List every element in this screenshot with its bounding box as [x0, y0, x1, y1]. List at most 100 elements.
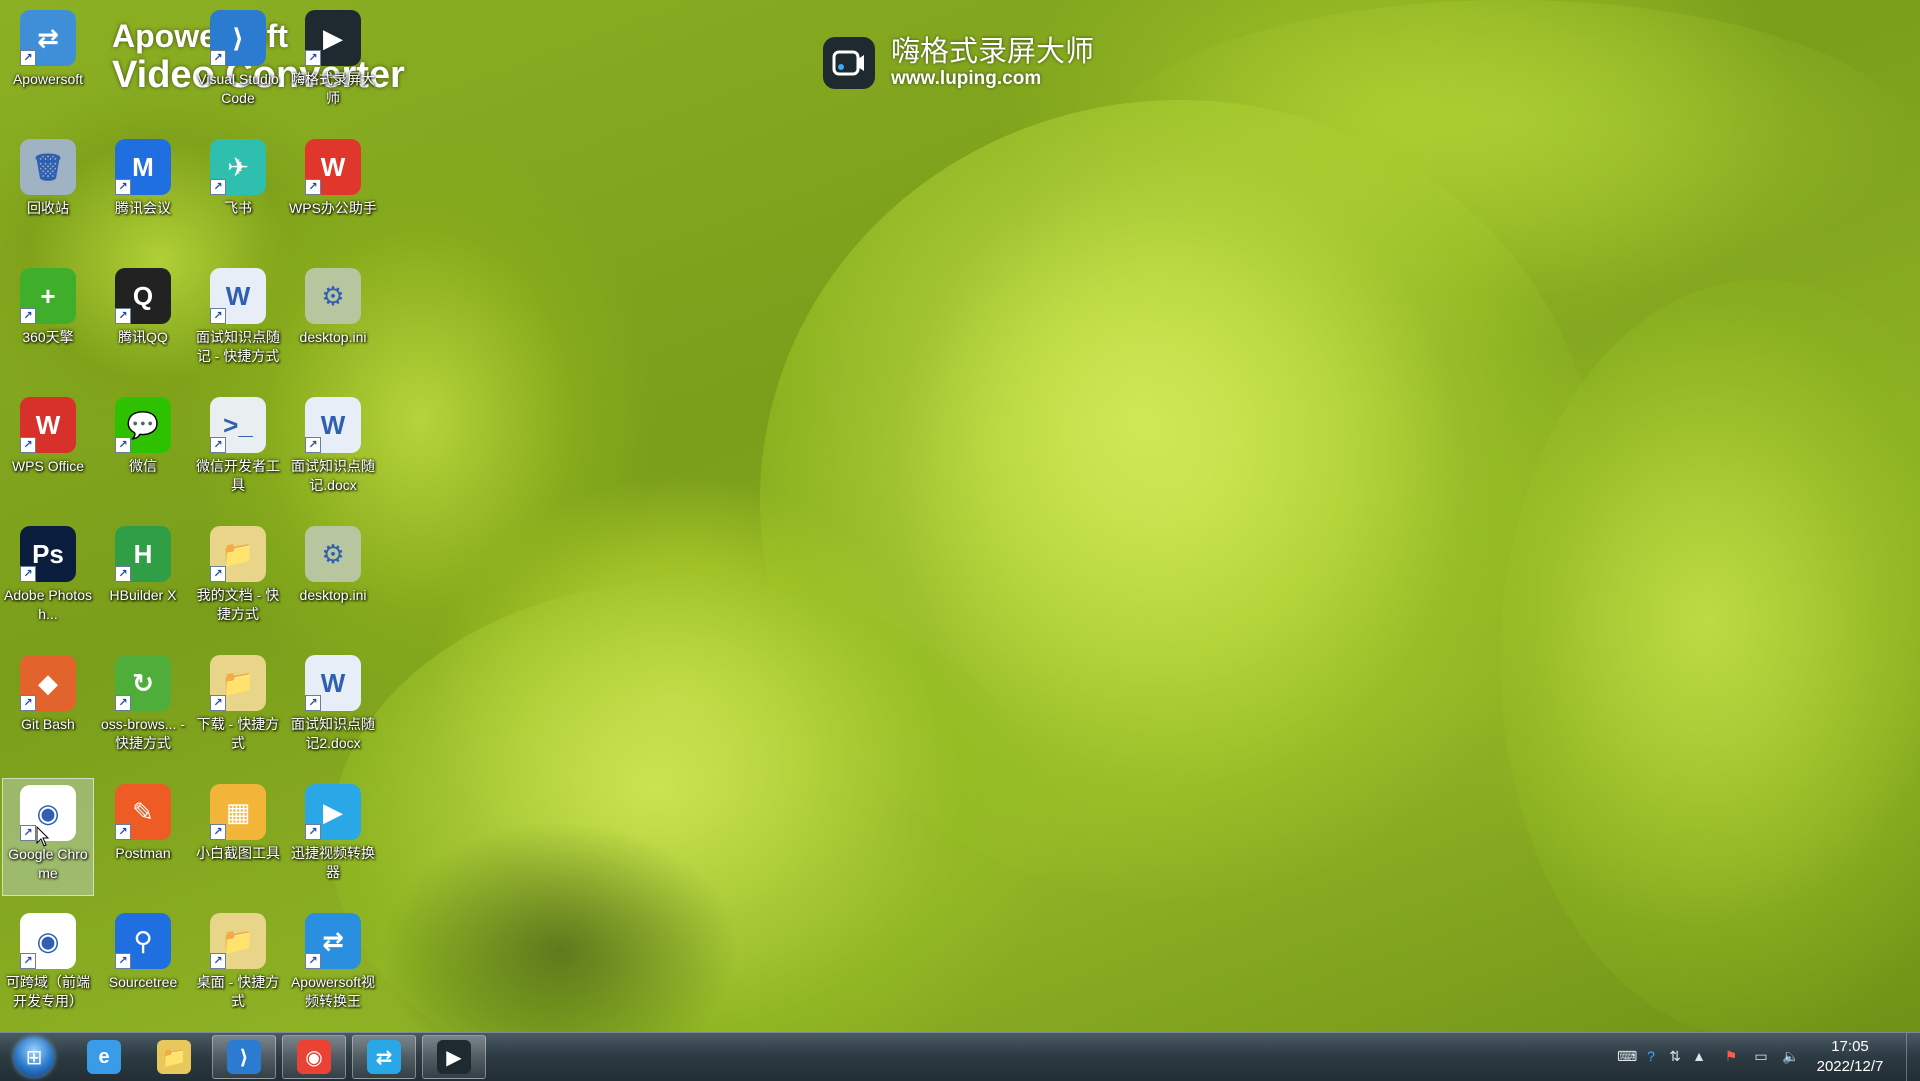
volume-icon[interactable]: 🔈 — [1782, 1047, 1800, 1065]
desktop-icon-label: HBuilder X — [109, 587, 177, 603]
desktop-icon-chrome-cors[interactable]: ◉ ↗ 可跨域（前端开发专用） — [2, 907, 94, 1025]
wallpaper-leaf — [1100, 0, 1920, 300]
desktop-icon-label: Adobe Photosh... — [4, 587, 92, 622]
desktop-icon-documents-folder[interactable]: 📁 ↗ 我的文档 - 快捷方式 — [192, 520, 284, 638]
desktop-folder-icon: 📁 ↗ — [210, 913, 266, 969]
desktop-icon-hbuilder[interactable]: H ↗ HBuilder X — [97, 520, 189, 638]
desktop-icon-label: 嗨格式录屏大师 — [291, 71, 375, 106]
shortcut-arrow-icon: ↗ — [115, 953, 131, 969]
network-adapter-icon[interactable]: ⇅ — [1666, 1047, 1684, 1065]
shortcut-arrow-icon: ↗ — [20, 953, 36, 969]
vscode-taskbar-icon: ⟩ — [227, 1040, 261, 1074]
desktop-icon-git-bash[interactable]: ◆ ↗ Git Bash — [2, 649, 94, 767]
desktop-icon-ini-file[interactable]: ⚙ desktop.ini — [287, 262, 379, 380]
shortcut-arrow-icon: ↗ — [305, 824, 321, 840]
network-icon[interactable]: ▭ — [1752, 1047, 1770, 1065]
tencent-meeting-icon: M ↗ — [115, 139, 171, 195]
downloads-folder-icon: 📁 ↗ — [210, 655, 266, 711]
action-center-flag-icon[interactable]: ⚑ — [1722, 1047, 1740, 1065]
desktop-icon-ini-file[interactable]: ⚙ desktop.ini — [287, 520, 379, 638]
desktop-icon-downloads-folder[interactable]: 📁 ↗ 下载 - 快捷方式 — [192, 649, 284, 767]
shortcut-arrow-icon: ↗ — [20, 566, 36, 582]
desktop-icon-qq[interactable]: Q ↗ 腾讯QQ — [97, 262, 189, 380]
video-converter-icon: ▶ ↗ — [305, 784, 361, 840]
desktop-icon-desktop-folder[interactable]: 📁 ↗ 桌面 - 快捷方式 — [192, 907, 284, 1025]
watermark-title: 嗨格式录屏大师 — [891, 36, 1095, 68]
shortcut-arrow-icon: ↗ — [210, 50, 226, 66]
mouse-cursor-icon — [36, 825, 50, 853]
desktop-icon-label: 微信 — [129, 458, 157, 474]
wechat-icon: 💬 ↗ — [115, 397, 171, 453]
desktop-icon-oss-browser[interactable]: ↻ ↗ oss-brows... - 快捷方式 — [97, 649, 189, 767]
start-button[interactable]: ⊞ — [6, 1035, 62, 1079]
desktop-icon-wechat-devtools[interactable]: >_ ↗ 微信开发者工具 — [192, 391, 284, 509]
wallpaper-leaf — [1500, 280, 1920, 1032]
shortcut-arrow-icon: ↗ — [305, 179, 321, 195]
desktop-icon-360-tianqing[interactable]: + ↗ 360天擎 — [2, 262, 94, 380]
desktop-icon-vscode[interactable]: ⟩ ↗ Visual Studio Code — [192, 4, 284, 122]
sourcetree-icon: ⚲ ↗ — [115, 913, 171, 969]
taskbar-screen-recorder-taskbar-button[interactable]: ▶ — [422, 1035, 486, 1079]
apowersoft-taskbar-icon: ⇄ — [367, 1040, 401, 1074]
desktop-icon-label: 我的文档 - 快捷方式 — [196, 587, 280, 622]
wechat-devtools-icon: >_ ↗ — [210, 397, 266, 453]
word-doc-2-icon: W ↗ — [305, 655, 361, 711]
desktop-icon-label: 迅捷视频转换器 — [291, 845, 375, 880]
recycle-bin-icon: 🗑 — [20, 139, 76, 195]
taskbar-file-explorer-button[interactable]: 📁 — [142, 1035, 206, 1079]
desktop-icon-label: 飞书 — [224, 200, 252, 216]
desktop-icon-word-doc-shortcut[interactable]: W ↗ 面试知识点随记 - 快捷方式 — [192, 262, 284, 380]
show-hidden-icons-icon[interactable]: ▲ — [1690, 1047, 1708, 1065]
feishu-icon: ✈ ↗ — [210, 139, 266, 195]
shortcut-arrow-icon: ↗ — [20, 50, 36, 66]
shortcut-arrow-icon: ↗ — [20, 695, 36, 711]
wps-office-icon: W ↗ — [20, 397, 76, 453]
chrome-cors-icon: ◉ ↗ — [20, 913, 76, 969]
desktop-icon-word-doc[interactable]: W ↗ 面试知识点随记.docx — [287, 391, 379, 509]
desktop-icon-word-doc-2[interactable]: W ↗ 面试知识点随记2.docx — [287, 649, 379, 767]
desktop-icon-screen-recorder[interactable]: ▶ ↗ 嗨格式录屏大师 — [287, 4, 379, 122]
desktop-icon-label: 可跨域（前端开发专用） — [6, 974, 90, 1009]
desktop-icon-label: 面试知识点随记.docx — [291, 458, 375, 493]
desktop-icon-label: 桌面 - 快捷方式 — [196, 974, 280, 1009]
shortcut-arrow-icon: ↗ — [115, 437, 131, 453]
shortcut-arrow-icon: ↗ — [20, 308, 36, 324]
taskbar-apowersoft-taskbar-button[interactable]: ⇄ — [352, 1035, 416, 1079]
show-desktop-button[interactable] — [1906, 1033, 1920, 1081]
clock-date: 2022/12/7 — [1816, 1058, 1884, 1075]
documents-folder-icon: 📁 ↗ — [210, 526, 266, 582]
taskbar-chrome-taskbar-button[interactable]: ◉ — [282, 1035, 346, 1079]
vscode-icon: ⟩ ↗ — [210, 10, 266, 66]
shortcut-arrow-icon: ↗ — [20, 825, 36, 841]
qq-icon: Q ↗ — [115, 268, 171, 324]
desktop-icon-apowersoft[interactable]: ⇄ ↗ Apowersoft — [2, 4, 94, 122]
ini-file-icon: ⚙ — [305, 268, 361, 324]
keyboard-icon[interactable]: ⌨ — [1617, 1047, 1637, 1065]
desktop-icon-wps-assistant[interactable]: W ↗ WPS办公助手 — [287, 133, 379, 251]
desktop-icon-feishu[interactable]: ✈ ↗ 飞书 — [192, 133, 284, 251]
system-clock[interactable]: 17:05 2022/12/7 — [1800, 1037, 1900, 1077]
screen-recorder-taskbar-icon: ▶ — [437, 1040, 471, 1074]
desktop-icon-wps-office[interactable]: W ↗ WPS Office — [2, 391, 94, 509]
desktop-icon-recycle-bin[interactable]: 🗑 回收站 — [2, 133, 94, 251]
desktop-icon-sourcetree[interactable]: ⚲ ↗ Sourcetree — [97, 907, 189, 1025]
desktop-icon-photoshop[interactable]: Ps ↗ Adobe Photosh... — [2, 520, 94, 638]
desktop-icon-tencent-meeting[interactable]: M ↗ 腾讯会议 — [97, 133, 189, 251]
desktop-icon-postman[interactable]: ✎ ↗ Postman — [97, 778, 189, 896]
shortcut-arrow-icon: ↗ — [210, 566, 226, 582]
desktop-icon-label: WPS办公助手 — [289, 200, 377, 216]
desktop-icon-video-converter[interactable]: ▶ ↗ 迅捷视频转换器 — [287, 778, 379, 896]
shortcut-arrow-icon: ↗ — [115, 179, 131, 195]
desktop-icon-wechat[interactable]: 💬 ↗ 微信 — [97, 391, 189, 509]
desktop-icon-label: 小白截图工具 — [196, 845, 280, 861]
taskbar-vscode-taskbar-button[interactable]: ⟩ — [212, 1035, 276, 1079]
desktop-icon-apowersoft-converter[interactable]: ⇄ ↗ Apowersoft视频转换王 — [287, 907, 379, 1025]
desktop-background[interactable]: Apowersoft Video Converter 嗨格式录屏大师 www.l… — [0, 0, 1920, 1032]
wallpaper-leaf — [330, 580, 1050, 1032]
help-icon[interactable]: ? — [1642, 1047, 1660, 1065]
taskbar-ie-button[interactable]: e — [72, 1035, 136, 1079]
desktop-icon-screenshot-tool[interactable]: ▦ ↗ 小白截图工具 — [192, 778, 284, 896]
shortcut-arrow-icon: ↗ — [305, 437, 321, 453]
desktop-icon-label: Postman — [115, 845, 171, 861]
photoshop-icon: Ps ↗ — [20, 526, 76, 582]
